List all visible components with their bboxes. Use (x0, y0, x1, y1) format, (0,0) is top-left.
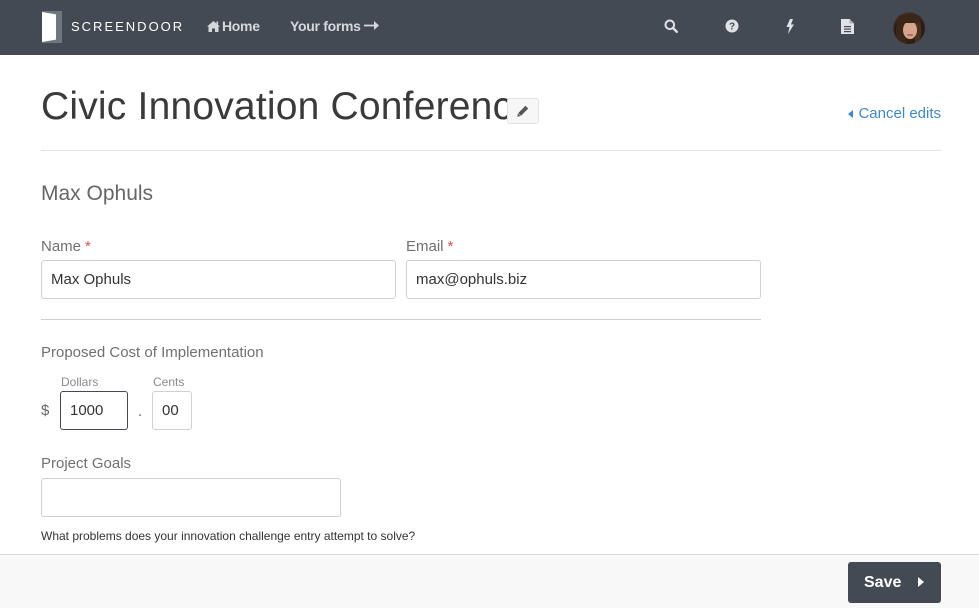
nav-your-forms-link[interactable]: Your forms (290, 18, 380, 34)
edit-title-button[interactable] (507, 98, 539, 124)
bolt-icon[interactable] (782, 17, 798, 35)
project-goals-label: Project Goals (41, 455, 132, 472)
caret-right-icon (918, 577, 924, 587)
cents-label: Cents (153, 375, 185, 389)
dollars-field[interactable] (60, 391, 128, 430)
required-marker: * (85, 238, 91, 255)
top-navbar: SCREENDOOR Home Your forms ? (0, 0, 979, 55)
page-title-text: Civic Innovation Conference (41, 85, 535, 128)
brand-name[interactable]: SCREENDOOR (71, 19, 184, 34)
search-icon[interactable] (663, 17, 679, 35)
decimal-separator: . (138, 403, 143, 420)
name-field[interactable] (41, 260, 396, 299)
respondent-name-heading: Max Ophuls (41, 182, 154, 205)
cents-field[interactable] (152, 391, 192, 430)
home-icon (207, 21, 220, 32)
save-label: Save (864, 573, 902, 591)
save-button[interactable]: Save (848, 562, 941, 603)
page-title: Civic Innovation Conference (41, 84, 534, 129)
pencil-icon (517, 105, 529, 117)
email-label-text: Email (406, 238, 444, 255)
dollars-label: Dollars (61, 375, 99, 389)
nav-forms-label: Your forms (290, 18, 361, 34)
email-label: Email * (406, 238, 453, 255)
footer-bar (0, 554, 979, 608)
document-icon[interactable] (839, 17, 855, 35)
nav-home-link[interactable]: Home (207, 18, 260, 34)
currency-symbol: $ (41, 402, 50, 419)
cancel-edits-label: Cancel edits (858, 105, 941, 122)
required-marker: * (447, 238, 454, 255)
user-avatar[interactable] (893, 12, 925, 44)
email-field[interactable] (406, 260, 761, 299)
section-divider (41, 319, 761, 320)
nav-home-label: Home (222, 18, 260, 34)
name-label-text: Name (41, 238, 82, 255)
divider (41, 150, 941, 151)
name-label: Name * (41, 238, 91, 255)
project-goals-help-text: What problems does your innovation chall… (41, 529, 416, 543)
cancel-edits-link[interactable]: Cancel edits (848, 105, 941, 122)
caret-left-icon (848, 109, 854, 118)
cost-label: Proposed Cost of Implementation (41, 344, 264, 361)
arrow-right-icon (364, 21, 380, 30)
project-goals-field[interactable] (41, 478, 341, 517)
screendoor-logo-icon[interactable] (42, 11, 62, 43)
help-icon[interactable]: ? (724, 17, 740, 35)
svg-text:?: ? (729, 22, 735, 33)
